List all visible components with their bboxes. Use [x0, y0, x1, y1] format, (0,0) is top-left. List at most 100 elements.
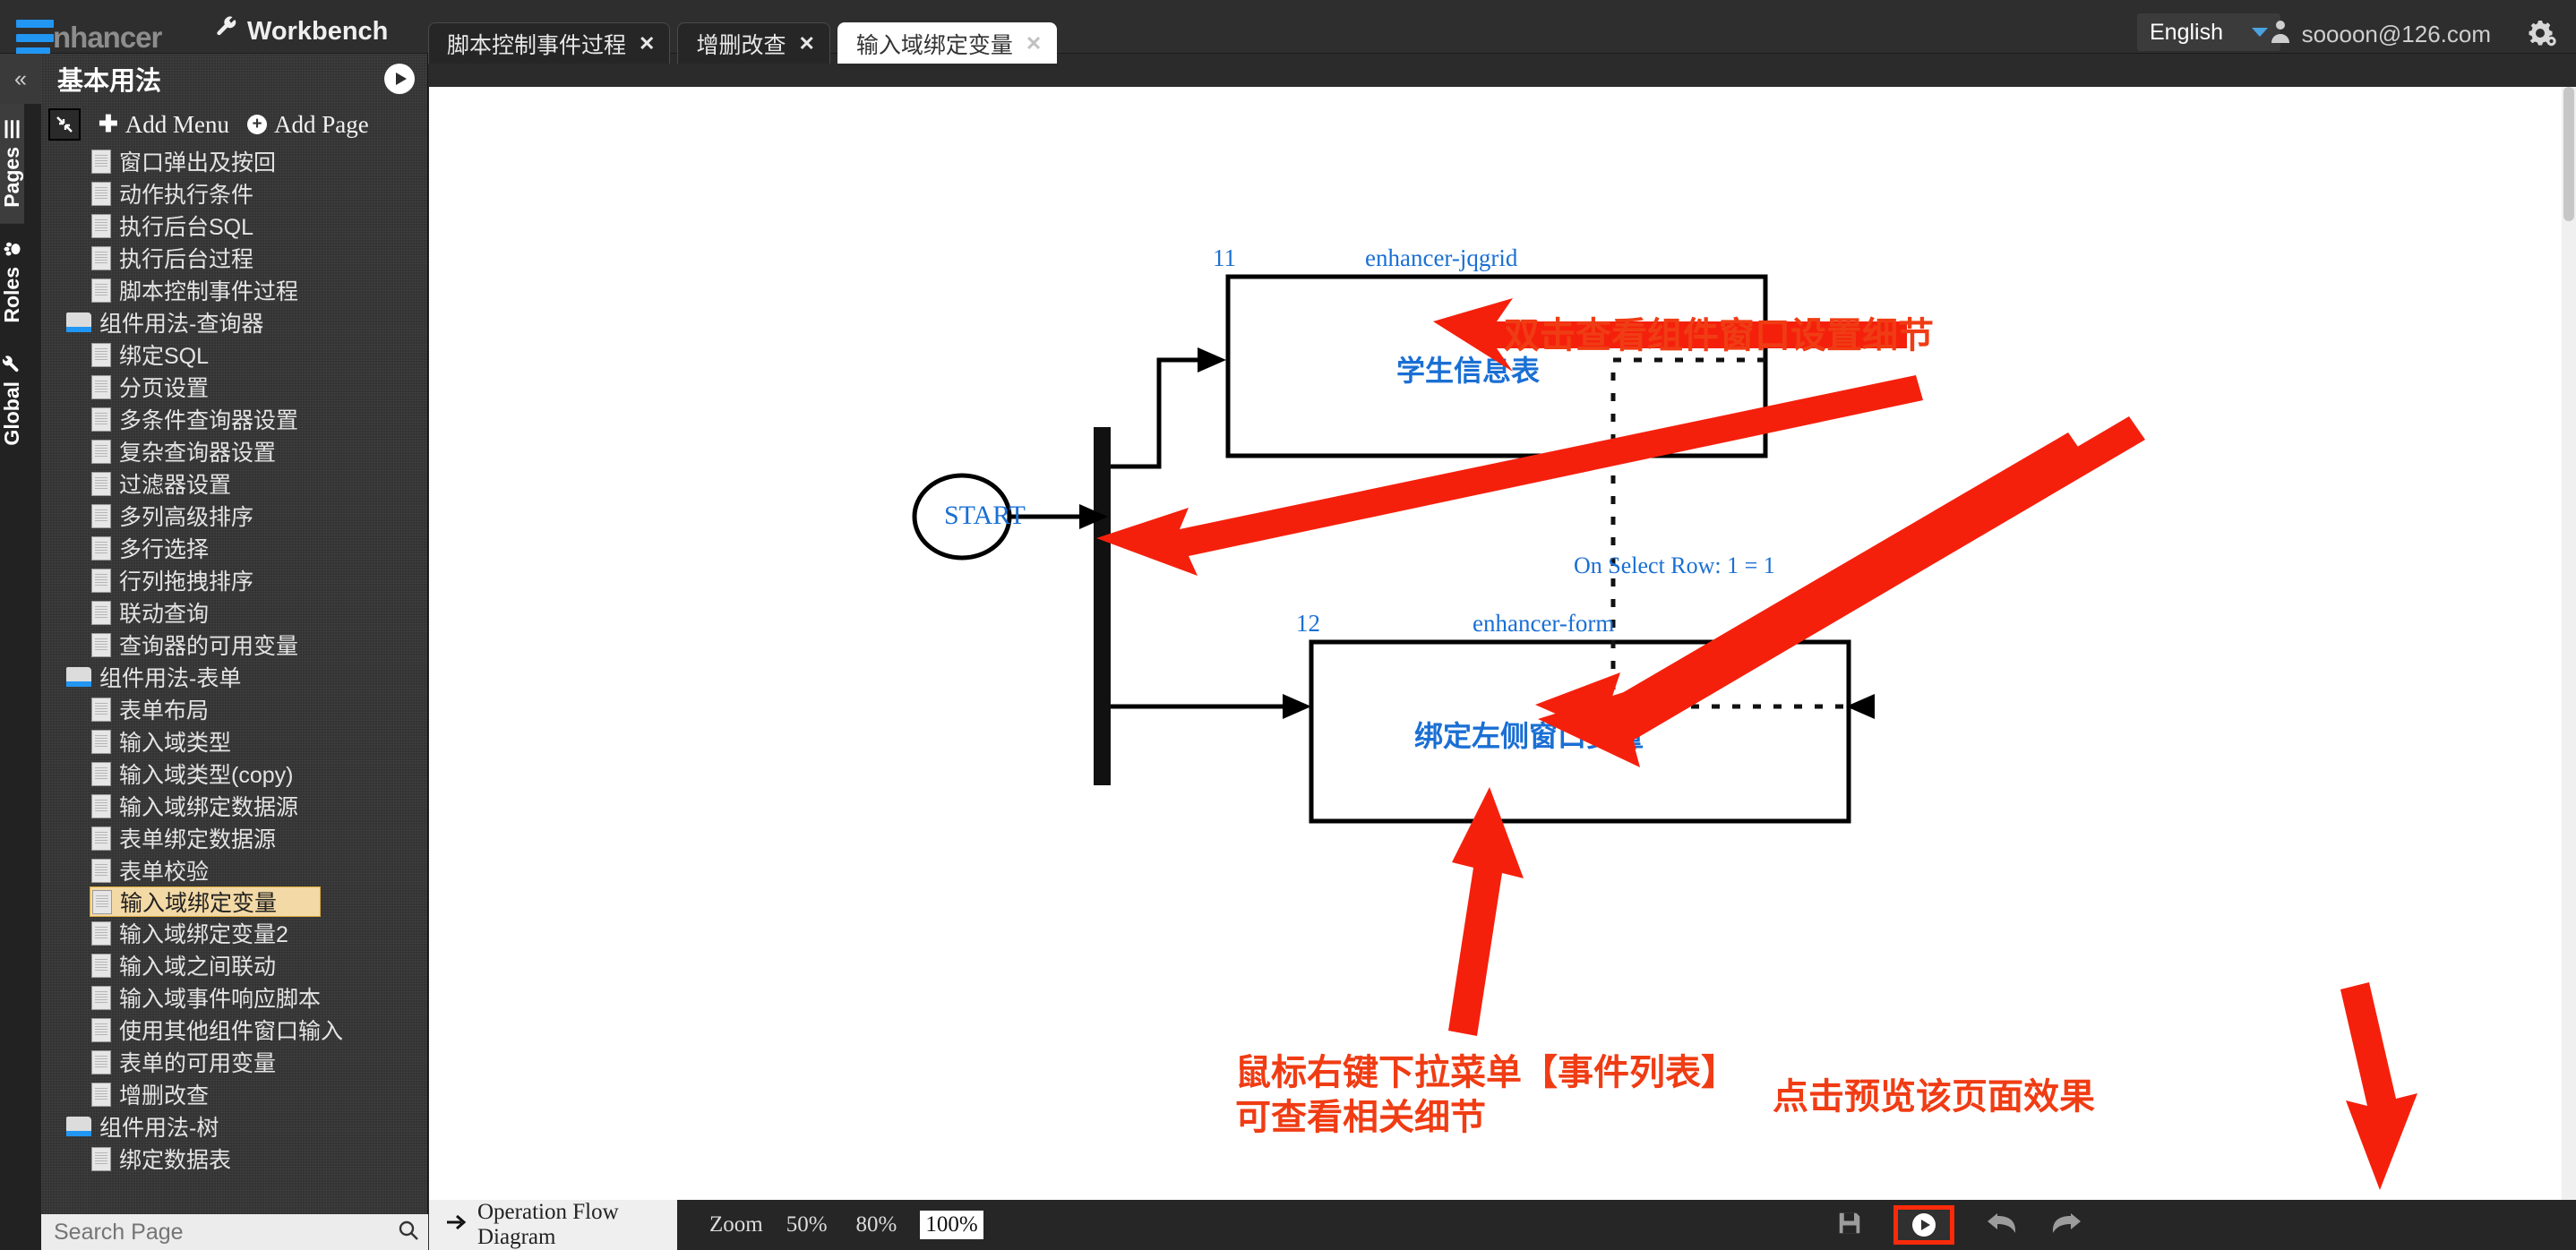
rail-item-roles[interactable]: Roles [0, 224, 24, 339]
zoom-80[interactable]: 80% [851, 1211, 903, 1239]
save-icon[interactable] [1836, 1210, 1863, 1241]
bottom-toolbar: Operation Flow Diagram Zoom 50% 80% 100% [429, 1200, 2576, 1250]
tree-page-item[interactable]: 增删改查 [41, 1078, 428, 1110]
tree-page-item[interactable]: 过滤器设置 [41, 467, 428, 500]
rail-item-pages[interactable]: Pages [0, 104, 24, 224]
tree-page-item[interactable]: 输入域之间联动 [41, 949, 428, 981]
tree-page-item[interactable]: 表单的可用变量 [41, 1046, 428, 1078]
tree-page-item[interactable]: 执行后台SQL [41, 210, 428, 242]
tree-page-item[interactable]: 脚本控制事件过程 [41, 274, 428, 306]
tree-page-item[interactable]: 输入域类型(copy) [41, 758, 428, 790]
tree-page-item[interactable]: 绑定数据表 [41, 1143, 428, 1175]
canvas-vertical-scrollbar[interactable] [2562, 87, 2576, 1200]
tree-item-label: 行列拖拽排序 [119, 569, 254, 595]
left-rail: « Pages Roles Global [0, 54, 41, 1250]
tree-page-item[interactable]: 输入域绑定变量2 [41, 917, 428, 949]
tree-page-item[interactable]: 表单校验 [41, 854, 428, 886]
tab-operation-flow-diagram[interactable]: Operation Flow Diagram [429, 1200, 677, 1250]
page-icon [91, 245, 111, 270]
page-icon [91, 374, 111, 399]
annotation-double-click: 双击查看组件窗口设置细节 [1504, 316, 1934, 355]
tree-item-label: 增删改查 [119, 1083, 210, 1109]
arrow-right-icon [445, 1212, 467, 1237]
settings-button[interactable] [2526, 20, 2556, 51]
flow-diagram-canvas[interactable]: START 11 enhancer-jqgrid 学生信息表 12 enhanc… [429, 87, 2576, 1200]
tree-page-item[interactable]: 输入域绑定数据源 [41, 790, 428, 822]
tree-item-label: 多列高级排序 [119, 505, 254, 530]
page-icon [91, 920, 111, 946]
tab-close-icon[interactable]: ✕ [1026, 32, 1042, 56]
page-icon [91, 858, 111, 883]
sidebar-header: 基本用法 [41, 54, 427, 104]
tab-label: 脚本控制事件过程 [447, 32, 627, 58]
page-icon [91, 761, 111, 786]
tree-page-item[interactable]: 输入域类型 [41, 725, 428, 758]
tab-close-icon[interactable]: ✕ [798, 32, 814, 56]
workbench-button[interactable]: Workbench [215, 16, 388, 47]
tree-item-label: 联动查询 [119, 602, 210, 627]
page-icon [91, 535, 111, 561]
tree-page-item[interactable]: 行列拖拽排序 [41, 564, 428, 596]
tree-page-item[interactable]: 复杂查询器设置 [41, 435, 428, 467]
tab-strip: 脚本控制事件过程 ✕ 增删改查 ✕ 输入域绑定变量 ✕ [428, 22, 1064, 64]
chevron-down-icon [2252, 28, 2268, 37]
tree-page-item[interactable]: 多行选择 [41, 532, 428, 564]
tree-page-item[interactable]: 执行后台过程 [41, 242, 428, 274]
folder-icon [66, 1117, 91, 1136]
add-menu-button[interactable]: ✚ Add Menu [99, 111, 229, 139]
tab-script-event-process[interactable]: 脚本控制事件过程 ✕ [428, 22, 671, 64]
tree-page-item[interactable]: 绑定SQL [41, 338, 428, 371]
search-icon[interactable] [398, 1220, 419, 1246]
undo-icon[interactable] [1985, 1209, 2019, 1242]
language-selector[interactable]: English [2137, 13, 2280, 51]
tree-item-label: 表单绑定数据源 [119, 827, 277, 852]
tree-item-label: 输入域类型(copy) [119, 763, 294, 788]
tree-page-item[interactable]: 动作执行条件 [41, 177, 428, 210]
page-icon [91, 600, 111, 625]
tree-page-item[interactable]: 表单布局 [41, 693, 428, 725]
preview-button[interactable] [1893, 1205, 1954, 1245]
scrollbar-thumb[interactable] [2563, 87, 2574, 221]
add-page-label: Add Page [274, 110, 369, 138]
tree-item-label: 动作执行条件 [119, 183, 254, 208]
zoom-50[interactable]: 50% [781, 1211, 833, 1239]
app-logo[interactable]: nhancer [16, 20, 162, 56]
page-icon [91, 471, 111, 496]
tree-page-item[interactable]: 窗口弹出及按回 [41, 145, 428, 177]
search-page-box[interactable] [41, 1214, 428, 1250]
tree-page-item[interactable]: 多列高级排序 [41, 500, 428, 532]
tree-item-label: 复杂查询器设置 [119, 441, 277, 466]
tree-folder[interactable]: 组件用法-表单 [41, 661, 428, 693]
collapse-arrows-icon[interactable] [48, 108, 81, 141]
user-email: soooon@126.com [2301, 21, 2491, 47]
rail-item-global[interactable]: Global [0, 338, 24, 462]
page-tree[interactable]: 窗口弹出及按回动作执行条件 执行后台SQL 执行后台过程 脚本控制事件过程 组件用法-查… [41, 145, 428, 1214]
tab-close-icon[interactable]: ✕ [639, 32, 655, 56]
page-icon [91, 149, 111, 174]
tree-page-item[interactable]: 多条件查询器设置 [41, 403, 428, 435]
add-page-button[interactable]: + Add Page [247, 111, 369, 139]
tree-item-label: 组件用法-表单 [99, 666, 242, 691]
tree-page-item[interactable]: 使用其他组件窗口输入 [41, 1014, 428, 1046]
user-account[interactable]: soooon@126.com [2270, 20, 2491, 49]
redo-icon[interactable] [2049, 1209, 2083, 1242]
tree-page-item[interactable]: 输入域绑定变量 [90, 886, 321, 917]
tree-page-item[interactable]: 联动查询 [41, 596, 428, 629]
search-input[interactable] [54, 1219, 398, 1246]
tree-page-item[interactable]: 表单绑定数据源 [41, 822, 428, 854]
tree-page-item[interactable]: 查询器的可用变量 [41, 629, 428, 661]
zoom-100[interactable]: 100% [920, 1211, 983, 1239]
wrench-icon [215, 16, 238, 47]
tab-input-bind-variable[interactable]: 输入域绑定变量 ✕ [837, 22, 1058, 64]
annotation-arrow-6 [2340, 982, 2417, 1190]
tree-item-label: 多行选择 [119, 537, 210, 562]
tree-page-item[interactable]: 输入域事件响应脚本 [41, 981, 428, 1014]
tree-folder[interactable]: 组件用法-查询器 [41, 306, 428, 338]
rail-collapse-button[interactable]: « [0, 54, 41, 104]
play-circle-icon[interactable] [384, 64, 415, 94]
page-icon [91, 729, 111, 754]
flow-tab-label: Operation Flow Diagram [477, 1200, 619, 1249]
tab-crud[interactable]: 增删改查 ✕ [677, 22, 830, 64]
tree-page-item[interactable]: 分页设置 [41, 371, 428, 403]
tree-folder[interactable]: 组件用法-树 [41, 1110, 428, 1143]
